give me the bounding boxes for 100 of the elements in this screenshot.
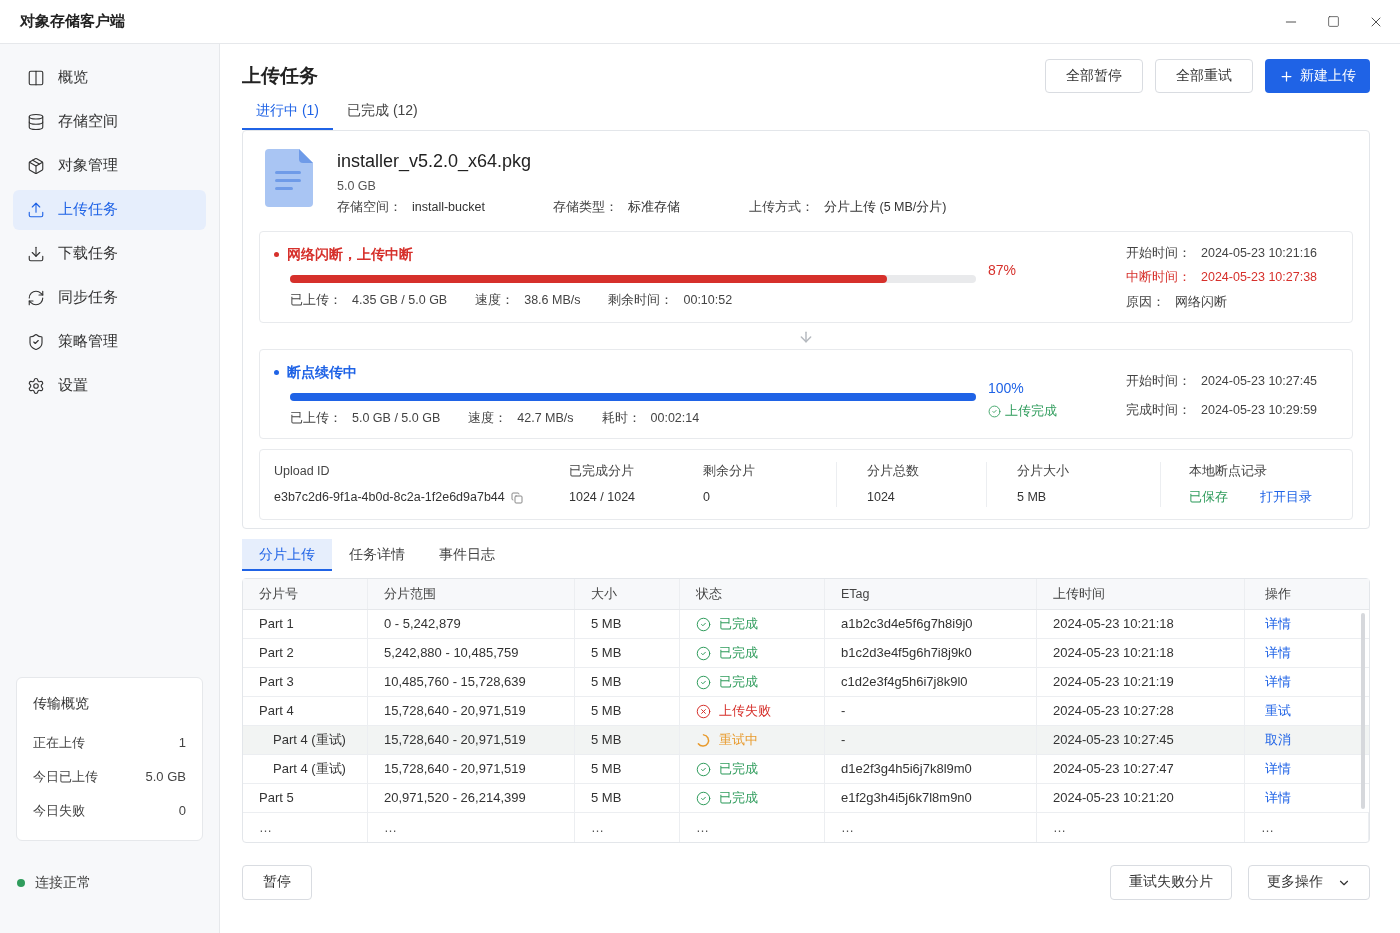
table-cell-text: e1f2g3h4i5j6k7l8m9n0 xyxy=(841,789,972,808)
table-cell-text: b1c2d3e4f5g6h7i8j9k0 xyxy=(841,644,972,663)
column-header: 大小 xyxy=(591,585,617,603)
table-cell-text: 5 MB xyxy=(591,731,622,750)
status-label: 已完成 xyxy=(719,673,758,692)
new-upload-button[interactable]: 新建上传 xyxy=(1265,59,1370,93)
settings-icon xyxy=(27,377,45,395)
ellipsis-text: … xyxy=(841,818,854,837)
table-cell-text: Part 3 xyxy=(259,673,294,692)
sidebar-item[interactable]: 概览 xyxy=(13,58,206,98)
spinner-icon xyxy=(696,732,711,748)
document-icon xyxy=(265,149,313,207)
sidebar-item[interactable]: 上传任务 xyxy=(13,190,206,230)
sidebar-item[interactable]: 同步任务 xyxy=(13,278,206,318)
summary-label: 今日失败 xyxy=(33,802,85,820)
stat-label: 速度： xyxy=(475,291,515,309)
column-header: 分片号 xyxy=(259,585,298,603)
pause-button[interactable]: 暂停 xyxy=(242,865,312,900)
table-cell-text: Part 4 xyxy=(259,702,294,721)
table-row[interactable]: Part 5 20,971,520 - 26,214,399 5 MB 已完成 e1f2g3h4i5j6k7l8m9n0 2024-05-23 10:21:20 详情 xyxy=(243,784,1369,813)
tab[interactable]: 已完成 (12) xyxy=(333,100,432,130)
stat-value: 4.35 GB / 5.0 GB xyxy=(352,291,448,309)
tab[interactable]: 分片上传 xyxy=(242,539,332,571)
footer-button[interactable]: 重试失败分片 xyxy=(1110,865,1232,900)
check-circle-icon xyxy=(696,674,711,690)
meta-value: 分片上传 (5 MB/分片) xyxy=(824,198,947,216)
copy-icon[interactable] xyxy=(510,491,523,504)
column-header: 状态 xyxy=(696,585,722,603)
action-link[interactable]: 详情 xyxy=(1265,614,1291,634)
table-row[interactable]: Part 2 5,242,880 - 10,485,759 5 MB 已完成 b1c2d3e4f5g6h7i8j9k0 2024-05-23 10:21:18 详情 xyxy=(243,639,1369,668)
tab[interactable]: 进行中 (1) xyxy=(242,100,333,130)
status-label: 已完成 xyxy=(719,760,758,779)
check-circle-icon xyxy=(696,645,711,661)
plus-icon xyxy=(1279,68,1294,84)
table-cell-text: 2024-05-23 10:27:45 xyxy=(1053,731,1174,750)
toolbar-button[interactable]: 全部重试 xyxy=(1155,59,1253,93)
table-cell-text: 20,971,520 - 26,214,399 xyxy=(384,789,526,808)
action-link[interactable]: 取消 xyxy=(1265,730,1291,750)
stat-label: 已上传： xyxy=(290,291,342,309)
time-label: 开始时间： xyxy=(1126,372,1191,390)
table-row[interactable]: Part 4 15,728,640 - 20,971,519 5 MB 上传失败 - 2024-05-23 10:27:28 重试 xyxy=(243,697,1369,726)
table-cell-text: 2024-05-23 10:21:18 xyxy=(1053,644,1174,663)
action-link[interactable]: 详情 xyxy=(1265,643,1291,663)
action-link[interactable]: 详情 xyxy=(1265,672,1291,692)
open-folder-link[interactable]: 打开目录 xyxy=(1260,488,1312,507)
table-cell-text: 5 MB xyxy=(591,644,622,663)
summary-value: 0 xyxy=(178,802,186,820)
file-name: installer_v5.2.0_x64.pkg xyxy=(337,150,533,173)
status-label: 已完成 xyxy=(719,644,758,663)
maximize-icon[interactable] xyxy=(1327,15,1340,28)
table-cell-text: 2024-05-23 10:21:19 xyxy=(1053,673,1174,692)
sidebar-item[interactable]: 对象管理 xyxy=(13,146,206,186)
sidebar-item[interactable]: 存储空间 xyxy=(13,102,206,142)
tab[interactable]: 任务详情 xyxy=(332,539,422,571)
table-cell-text: 2024-05-23 10:21:18 xyxy=(1053,615,1174,634)
summary-value: 1 xyxy=(178,734,186,752)
ellipsis-text: … xyxy=(591,818,604,837)
time-value: 2024-05-23 10:21:16 xyxy=(1201,244,1318,262)
progress-percent: 100% xyxy=(988,378,1025,398)
meta-label: 上传方式： xyxy=(749,198,814,216)
status-label: 已完成 xyxy=(719,615,758,634)
action-link[interactable]: 详情 xyxy=(1265,788,1291,808)
table-cell-text: 15,728,640 - 20,971,519 xyxy=(384,702,526,721)
info-value: 5 MB xyxy=(1017,489,1048,507)
table-row[interactable]: Part 4 (重试) 15,728,640 - 20,971,519 5 MB 重试中 - 2024-05-23 10:27:45 取消 xyxy=(243,726,1369,755)
page-title: 上传任务 xyxy=(242,63,318,88)
meta-label: 存储类型： xyxy=(553,198,618,216)
dropdown-button[interactable]: 更多操作 xyxy=(1248,865,1370,900)
stat-value: 00:02:14 xyxy=(650,409,700,427)
action-link[interactable]: 重试 xyxy=(1265,701,1291,721)
table-cell-text: Part 4 (重试) xyxy=(273,731,346,750)
tab[interactable]: 事件日志 xyxy=(422,539,512,571)
sidebar-item[interactable]: 策略管理 xyxy=(13,322,206,362)
stage-title: 断点续传中 xyxy=(287,362,357,382)
ellipsis-text: … xyxy=(259,818,272,837)
toolbar-button[interactable]: 全部暂停 xyxy=(1045,59,1143,93)
download-icon xyxy=(27,245,45,263)
summary-label: 今日已上传 xyxy=(33,768,98,786)
connection-status: 连接正常 xyxy=(35,873,91,892)
info-value: 0 xyxy=(703,489,711,507)
file-size: 5.0 GB xyxy=(337,178,377,195)
sidebar-item[interactable]: 下载任务 xyxy=(13,234,206,274)
column-header: 分片范围 xyxy=(384,585,436,603)
saved-status: 已保存 xyxy=(1189,489,1228,507)
time-value: 2024-05-23 10:29:59 xyxy=(1201,401,1318,419)
table-cell-text: 2024-05-23 10:27:47 xyxy=(1053,760,1174,779)
info-label: 本地断点记录 xyxy=(1189,462,1268,480)
table-cell-text: - xyxy=(841,731,846,750)
table-row[interactable]: Part 1 0 - 5,242,879 5 MB 已完成 a1b2c3d4e5f6g7h8i9j0 2024-05-23 10:21:18 详情 xyxy=(243,610,1369,639)
upload-icon xyxy=(27,201,45,219)
sidebar-item[interactable]: 设置 xyxy=(13,366,206,406)
table-row[interactable]: Part 3 10,485,760 - 15,728,639 5 MB 已完成 c1d2e3f4g5h6i7j8k9l0 2024-05-23 10:21:19 详情 xyxy=(243,668,1369,697)
table-cell-text: 5 MB xyxy=(591,789,622,808)
progress-percent: 87% xyxy=(988,260,1018,280)
action-link[interactable]: 详情 xyxy=(1265,759,1291,779)
result-label: 上传完成 xyxy=(1005,402,1057,420)
scrollbar[interactable] xyxy=(1361,613,1365,809)
table-row[interactable]: Part 4 (重试) 15,728,640 - 20,971,519 5 MB 已完成 d1e2f3g4h5i6j7k8l9m0 2024-05-23 10:27:47 详情 xyxy=(243,755,1369,784)
table-cell-text: Part 2 xyxy=(259,644,294,663)
shield-icon xyxy=(27,333,45,351)
